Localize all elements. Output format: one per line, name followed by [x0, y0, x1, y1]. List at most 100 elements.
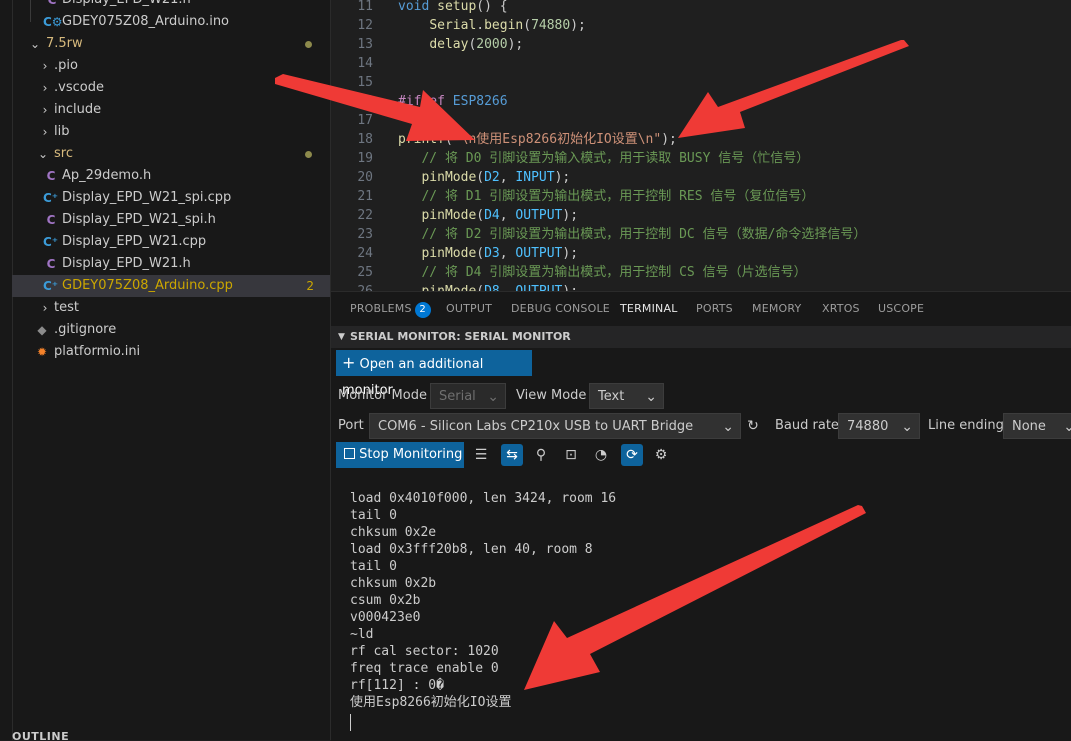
tab-output[interactable]: OUTPUT [446, 302, 492, 326]
select-value: None [1012, 419, 1046, 434]
code-token: pinMode [421, 208, 477, 223]
serial-monitor-section-header[interactable]: ▼ SERIAL MONITOR: SERIAL MONITOR [331, 326, 1071, 348]
code-token: ); [562, 284, 578, 291]
line-number: 18 [357, 132, 373, 147]
tree-folder-lib[interactable]: › lib [12, 121, 330, 143]
tree-item-label: 7.5rw [46, 36, 83, 51]
toggle-terminal-mode-icon[interactable]: ⇆ [501, 444, 523, 466]
timestamp-icon[interactable]: ◔ [590, 444, 612, 466]
code-token: 2000 [476, 37, 508, 52]
code-text: Serial.begin(74880); [398, 16, 586, 35]
code-token: ); [507, 37, 524, 52]
refresh-ports-icon[interactable]: ↻ [742, 415, 764, 437]
tab-label: PROBLEMS [350, 302, 412, 315]
code-token: begin [484, 18, 524, 33]
tree-item-label: Display_EPD_W21_spi.cpp [62, 190, 232, 205]
c-header-icon: C [46, 257, 56, 271]
port-select[interactable]: COM6 - Silicon Labs CP210x USB to UART B… [369, 413, 741, 460]
tree-folder-src[interactable]: ⌄ src [12, 143, 330, 165]
problems-count-badge: 2 [414, 302, 431, 318]
chevron-right-icon: › [42, 125, 48, 139]
code-token: , [499, 208, 516, 223]
terminal-line: ~ld [350, 627, 374, 642]
open-additional-monitor-button[interactable]: + Open an additional monitor [336, 350, 532, 398]
tree-folder-test[interactable]: › test [12, 297, 330, 319]
tree-file-display-epd-w21-spi-cpp[interactable]: C⁺ Display_EPD_W21_spi.cpp [12, 187, 330, 209]
tab-terminal[interactable]: TERMINAL [620, 302, 678, 327]
code-token: ); [562, 208, 579, 223]
tree-file-gdey075z08-arduino-ino[interactable]: C⚙ GDEY075Z08_Arduino.ino [12, 11, 330, 33]
code-text: pinMode(D3, OUTPUT); [398, 244, 578, 263]
code-token: pinMode [421, 246, 477, 261]
tree-item-label: Ap_29demo.h [62, 168, 152, 183]
autoscroll-icon[interactable]: ⟳ [621, 444, 643, 466]
tree-folder-include[interactable]: › include [12, 99, 330, 121]
terminal-line: rf[112] : 0� [350, 678, 444, 693]
tree-item-label: .pio [54, 58, 78, 73]
tree-item-label: .vscode [54, 80, 104, 95]
tree-item-label: test [54, 300, 79, 315]
wrap-lines-icon[interactable]: ☰ [470, 444, 492, 466]
tree-folder-pio[interactable]: › .pio [12, 55, 330, 77]
code-token: 74880 [531, 18, 571, 33]
code-token: pinMode [421, 284, 476, 291]
tab-uscope[interactable]: USCOPE [878, 302, 924, 326]
terminal-line: tail 0 [350, 559, 397, 574]
code-token: // 将 D2 引脚设置为输出模式，用于控制 DC 信号（数据/命令选择信号） [421, 227, 867, 242]
chevron-down-icon: ⌄ [1063, 419, 1071, 435]
tree-file-ap-29demo-h[interactable]: C Ap_29demo.h [12, 165, 330, 187]
tab-problems[interactable]: PROBLEMS 2 [350, 302, 431, 326]
input-cursor [350, 714, 351, 731]
code-token: , [499, 170, 516, 185]
tab-xrtos[interactable]: XRTOS [822, 302, 860, 326]
terminal-prompt-icon[interactable]: ⊡ [560, 444, 582, 466]
line-number: 12 [357, 18, 373, 33]
c-header-icon: C [47, 0, 57, 7]
line-number: 21 [357, 189, 373, 204]
code-token: , [499, 246, 516, 261]
link-icon[interactable]: ⚲ [530, 444, 552, 466]
chevron-right-icon: › [42, 59, 48, 73]
outline-section-header[interactable]: OUTLINE [12, 730, 69, 740]
tree-folder-vscode[interactable]: › .vscode [12, 77, 330, 99]
code-token: // 将 D4 引脚设置为输出模式，用于控制 CS 信号（片选信号） [421, 265, 807, 280]
port-label: Port [338, 418, 364, 433]
tree-file-platformio-ini[interactable]: ✹ platformio.ini [12, 341, 330, 363]
tree-folder-7-5rw[interactable]: ⌄ 7.5rw [12, 33, 330, 55]
code-editor[interactable]: 11 void setup() {12 Serial.begin(74880); 1… [331, 0, 1071, 291]
tree-file-display-epd-w21-cpp[interactable]: C⁺ Display_EPD_W21.cpp [12, 231, 330, 253]
tree-item-label: .gitignore [54, 322, 117, 337]
tab-ports[interactable]: PORTS [696, 302, 733, 326]
modified-dot [305, 151, 312, 158]
code-token: ( [476, 284, 484, 291]
code-text: #ifdef ESP8266 [398, 92, 508, 111]
code-text: delay(2000); [398, 35, 523, 54]
code-text: // 将 D4 引脚设置为输出模式，用于控制 CS 信号（片选信号） [398, 263, 807, 282]
view-mode-select[interactable]: Text ⌄ [589, 383, 664, 409]
stop-monitoring-button[interactable]: Stop Monitoring [336, 442, 464, 468]
code-token: D4 [484, 208, 500, 223]
gear-icon[interactable]: ⚙ [650, 444, 672, 466]
code-token: setup [437, 0, 477, 14]
tree-file-gitignore[interactable]: ◆ .gitignore [12, 319, 330, 341]
terminal-line: rf cal sector: 1020 [350, 644, 499, 659]
line-ending-select[interactable]: None ⌄ [1003, 413, 1071, 439]
tree-file-display-epd-w21-h[interactable]: C Display_EPD_W21.h [12, 253, 330, 275]
tree-file-display-epd-w21-spi-h[interactable]: C Display_EPD_W21_spi.h [12, 209, 330, 231]
tab-debug-console[interactable]: DEBUG CONSOLE [511, 302, 610, 326]
baud-rate-select[interactable]: 74880 ⌄ [838, 413, 920, 439]
tree-item-label: Display_EPD_W21.h [62, 0, 191, 11]
monitor-mode-select[interactable]: Serial ⌄ [430, 383, 506, 409]
tab-memory[interactable]: MEMORY [752, 302, 801, 326]
line-number: 19 [357, 151, 373, 166]
tree-file-gdey075z08-arduino-cpp[interactable]: C⁺ GDEY075Z08_Arduino.cpp 2 [12, 275, 330, 297]
code-token: // 将 D1 引脚设置为输出模式，用于控制 RES 信号（复位信号） [421, 189, 815, 204]
serial-output-area[interactable]: load 0x4010f000, len 3424, room 16 tail 0… [331, 488, 1071, 741]
git-diamond-icon: ◆ [37, 323, 47, 337]
terminal-line: load 0x4010f000, len 3424, room 16 [350, 491, 617, 506]
tree-item-label: include [54, 102, 102, 117]
tree-file-display-epd-w21-h-top[interactable]: C Display_EPD_W21.h [12, 0, 330, 11]
code-token: OUTPUT [515, 208, 563, 223]
